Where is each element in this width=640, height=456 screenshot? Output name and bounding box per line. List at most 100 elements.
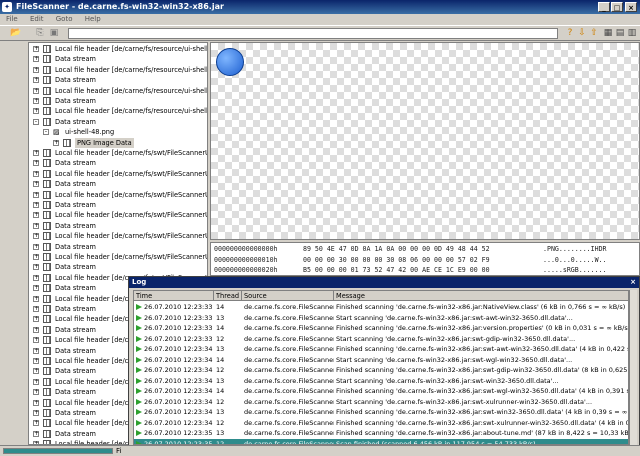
expand-icon[interactable]: + <box>33 56 39 63</box>
expand-icon[interactable]: + <box>33 410 39 416</box>
expand-icon[interactable]: + <box>33 347 39 354</box>
log-cell-time: 26.07.2010 12:23:33 <box>144 324 213 332</box>
expand-icon[interactable]: + <box>33 77 39 84</box>
path-input[interactable] <box>68 28 558 39</box>
help-icon[interactable]: ? <box>564 28 576 39</box>
expand-icon[interactable]: + <box>33 285 39 292</box>
log-row[interactable]: 26.07.2010 12:23:34 12 de.carne.fs.core.Fi… <box>134 365 628 376</box>
tree-item[interactable]: + Local file header [de/carne/fs/swt/File… <box>29 169 207 179</box>
tree-item[interactable]: + Local file header [de/carne/fs/resource… <box>29 44 207 54</box>
expand-icon[interactable]: + <box>33 389 39 396</box>
log-row[interactable]: 26.07.2010 12:23:34 13 de.carne.fs.core.Fi… <box>134 376 628 387</box>
log-row[interactable]: 26.07.2010 12:23:34 14 de.carne.fs.core.Fi… <box>134 386 628 397</box>
expand-icon[interactable]: + <box>33 191 39 198</box>
tree-item[interactable]: + Data stream <box>29 75 207 85</box>
tree-item[interactable]: + Local file header [de/carne/fs/swt/File… <box>29 190 207 200</box>
expand-icon[interactable]: + <box>33 274 39 281</box>
tree-item[interactable]: + PNG Image Data <box>29 137 207 148</box>
tree-item[interactable]: + Local file header [de/carne/fs/resource… <box>29 86 207 96</box>
expand-icon[interactable]: + <box>33 399 39 406</box>
tree-item[interactable]: + Data stream <box>29 179 207 189</box>
expand-icon[interactable]: + <box>33 160 39 167</box>
expand-icon[interactable]: + <box>33 358 39 364</box>
expand-icon[interactable]: + <box>33 66 39 73</box>
log-row[interactable]: 26.07.2010 12:23:33 14 de.carne.fs.core.Fi… <box>134 302 628 313</box>
expand-icon[interactable]: + <box>33 170 39 177</box>
data-grid-icon <box>43 221 51 230</box>
expand-icon[interactable]: + <box>33 46 39 52</box>
grid-view-icon[interactable]: ▦ <box>602 28 614 39</box>
expand-icon[interactable]: + <box>33 87 39 94</box>
arrow-up-icon[interactable]: ⇧ <box>588 28 600 39</box>
log-row[interactable]: 26.07.2010 12:23:34 12 de.carne.fs.core.Fi… <box>134 397 628 408</box>
tree-item[interactable]: + Local file header [de/carne/fs/swt/File… <box>29 231 207 241</box>
maximize-button[interactable]: □ <box>611 2 623 12</box>
data-grid-icon <box>43 263 51 272</box>
expand-icon[interactable]: + <box>33 98 39 104</box>
collapse-icon[interactable]: - <box>33 118 39 125</box>
minimize-button[interactable]: _ <box>598 2 610 12</box>
tree-item[interactable]: + Data stream <box>29 221 207 231</box>
log-row[interactable]: 26.07.2010 12:23:34 13 de.carne.fs.core.Fi… <box>134 407 628 418</box>
expand-icon[interactable]: + <box>33 212 39 219</box>
log-row[interactable]: 26.07.2010 12:23:33 12 de.carne.fs.core.Fi… <box>134 334 628 345</box>
tree-item[interactable]: - ▨ ui-shell-48.png <box>29 127 207 137</box>
expand-icon[interactable]: + <box>33 368 39 375</box>
open-folder-icon[interactable]: 📂 <box>10 28 22 39</box>
menu-goto[interactable]: Goto <box>56 15 73 23</box>
menu-edit[interactable]: Edit <box>30 15 44 23</box>
expand-icon[interactable]: + <box>33 430 39 437</box>
log-row[interactable]: 26.07.2010 12:23:35 13 de.carne.fs.core.Fi… <box>134 428 628 439</box>
expand-icon[interactable]: + <box>33 316 39 323</box>
collapse-icon[interactable]: - <box>43 129 49 136</box>
tree-item[interactable]: + Local file header [de/carne/fs/swt/File… <box>29 252 207 262</box>
tree-item[interactable]: + Data stream <box>29 262 207 272</box>
copy-icon[interactable]: ⎘ <box>34 28 46 39</box>
column-header-message[interactable]: Message <box>334 291 628 301</box>
column-header-source[interactable]: Source <box>242 291 334 301</box>
log-close-icon[interactable]: × <box>630 277 636 288</box>
tree-item[interactable]: + Local file header [de/carne/fs/swt/File… <box>29 148 207 158</box>
expand-icon[interactable]: + <box>33 243 39 250</box>
tree-item[interactable]: + Data stream <box>29 96 207 106</box>
log-row[interactable]: 26.07.2010 12:23:34 12 de.carne.fs.core.Fi… <box>134 418 628 429</box>
log-scrollbar[interactable] <box>629 290 637 445</box>
expand-icon[interactable]: + <box>33 150 39 156</box>
tree-item[interactable]: + Local file header [de/carne/fs/resource… <box>29 106 207 116</box>
column-header-time[interactable]: Time <box>134 291 214 301</box>
expand-icon[interactable]: + <box>33 202 39 208</box>
expand-icon[interactable]: + <box>33 233 39 240</box>
expand-icon[interactable]: + <box>33 306 39 312</box>
menu-file[interactable]: File <box>6 15 18 23</box>
column-header-thread[interactable]: Thread <box>214 291 242 301</box>
save-icon[interactable]: ▣ <box>48 28 60 39</box>
expand-icon[interactable]: + <box>33 295 39 302</box>
expand-icon[interactable]: + <box>33 181 39 188</box>
expand-icon[interactable]: + <box>33 337 39 344</box>
expand-icon[interactable]: + <box>33 108 39 115</box>
arrow-down-icon[interactable]: ⇩ <box>576 28 588 39</box>
log-row[interactable]: 26.07.2010 12:23:33 14 de.carne.fs.core.Fi… <box>134 323 628 334</box>
expand-icon[interactable]: + <box>33 420 39 427</box>
tree-item[interactable]: + Data stream <box>29 200 207 210</box>
close-button[interactable]: × <box>625 2 637 12</box>
expand-icon[interactable]: + <box>33 264 39 271</box>
expand-icon[interactable]: + <box>33 254 39 260</box>
tree-item[interactable]: + Local file header [de/carne/fs/resource… <box>29 65 207 75</box>
menu-help[interactable]: Help <box>85 15 101 23</box>
tree-item[interactable]: + Data stream <box>29 242 207 252</box>
log-row[interactable]: 26.07.2010 12:23:34 13 de.carne.fs.core.Fi… <box>134 344 628 355</box>
expand-icon[interactable]: + <box>33 222 39 229</box>
tree-item[interactable]: + Local file header [de/carne/fs/swt/File… <box>29 210 207 220</box>
tree-item[interactable]: + Data stream <box>29 54 207 64</box>
panel-view-icon[interactable]: ▥ <box>626 28 638 39</box>
log-row[interactable]: 26.07.2010 12:23:34 14 de.carne.fs.core.Fi… <box>134 355 628 366</box>
hex-view[interactable]: 000000000000000h 89 50 4E 47 0D 0A 1A 0A … <box>210 242 640 276</box>
log-row[interactable]: 26.07.2010 12:23:33 13 de.carne.fs.core.Fi… <box>134 313 628 324</box>
tree-item[interactable]: + Data stream <box>29 158 207 168</box>
tree-item[interactable]: - Data stream <box>29 117 207 127</box>
expand-icon[interactable]: + <box>53 139 59 146</box>
expand-icon[interactable]: + <box>33 378 39 385</box>
expand-icon[interactable]: + <box>33 326 39 333</box>
list-view-icon[interactable]: ▤ <box>614 28 626 39</box>
